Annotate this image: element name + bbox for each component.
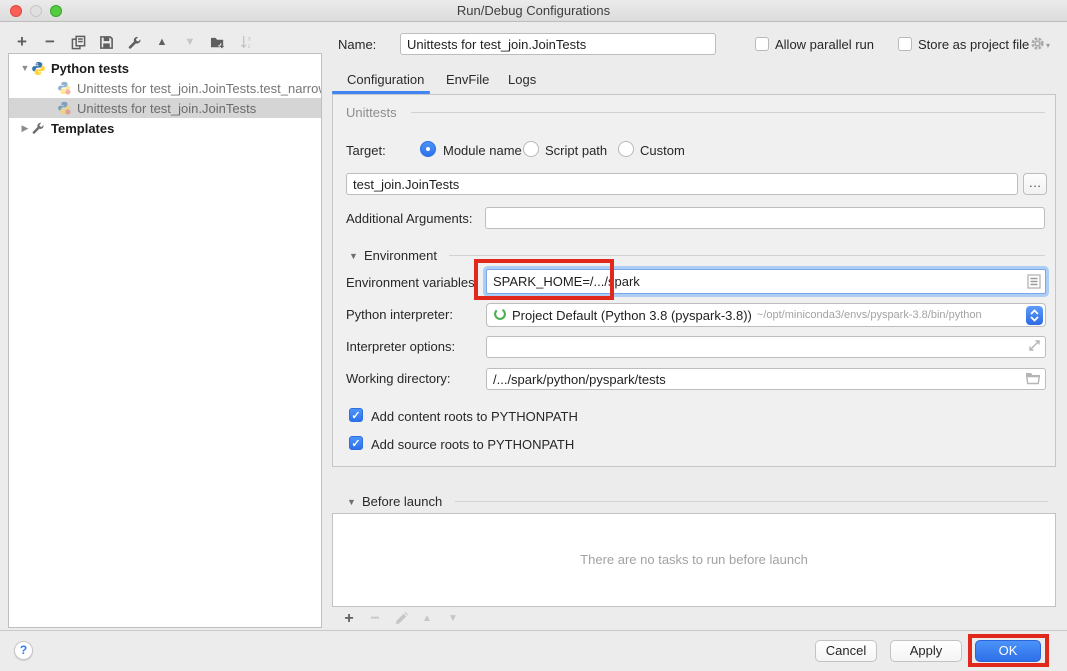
- name-label: Name:: [338, 37, 376, 52]
- check-icon: ✓: [351, 437, 360, 450]
- check-icon: ✓: [351, 409, 360, 422]
- python-icon: [31, 61, 46, 76]
- before-launch-empty-text: There are no tasks to run before launch: [333, 552, 1055, 567]
- store-options-gear-button[interactable]: ▾: [1030, 36, 1050, 54]
- python-interpreter-value: Project Default (Python 3.8 (pyspark-3.8…: [512, 308, 752, 323]
- configuration-form-panel: Unittests Target: Module name Script pat…: [332, 94, 1056, 467]
- add-content-roots-checkbox[interactable]: ✓: [349, 408, 363, 422]
- group-divider: [411, 112, 1045, 113]
- titlebar: Run/Debug Configurations: [0, 0, 1067, 22]
- chevron-right-icon[interactable]: ▶: [19, 123, 31, 134]
- edit-variables-icon[interactable]: [1027, 274, 1041, 292]
- additional-arguments-input[interactable]: [485, 207, 1045, 229]
- group-divider: [455, 501, 1048, 502]
- allow-parallel-run-label: Allow parallel run: [775, 37, 874, 52]
- add-source-roots-label: Add source roots to PYTHONPATH: [371, 437, 574, 452]
- store-as-project-file-label: Store as project file: [918, 37, 1029, 52]
- wrench-icon: [31, 121, 46, 136]
- target-script-path-radio[interactable]: [523, 141, 539, 157]
- browse-module-button[interactable]: …: [1023, 173, 1047, 195]
- svg-text:z: z: [247, 43, 250, 50]
- name-input[interactable]: [400, 33, 716, 55]
- tree-item-templates[interactable]: ▶ Templates: [9, 118, 321, 138]
- folder-icon[interactable]: [1025, 371, 1041, 388]
- configurations-toolbar: + − ▲ ▼ az: [14, 33, 254, 51]
- edit-templates-button[interactable]: [126, 34, 142, 50]
- select-stepper-icon[interactable]: [1026, 306, 1043, 325]
- tree-item-python-tests[interactable]: ▼ Python tests: [9, 58, 321, 78]
- target-custom-label: Custom: [640, 143, 685, 158]
- tree-item-label: Unittests for test_join.JoinTests.test_n…: [77, 81, 321, 96]
- tree-item-label: Python tests: [51, 61, 129, 76]
- chevron-down-icon[interactable]: ▼: [19, 63, 31, 73]
- edit-task-button[interactable]: [393, 611, 409, 627]
- help-button[interactable]: ?: [14, 641, 33, 660]
- remove-configuration-button[interactable]: −: [42, 34, 58, 50]
- target-custom-radio[interactable]: [618, 141, 634, 157]
- collapse-environment-icon[interactable]: ▼: [349, 251, 358, 261]
- python-interpreter-label: Python interpreter:: [346, 307, 453, 322]
- expand-editor-icon[interactable]: [1028, 339, 1041, 355]
- before-launch-toolbar: + − ▲ ▼: [341, 611, 461, 627]
- tab-configuration[interactable]: Configuration: [347, 72, 424, 87]
- new-folder-button[interactable]: [210, 34, 226, 50]
- move-task-down-button[interactable]: ▼: [445, 611, 461, 627]
- unittests-group-title: Unittests: [346, 105, 397, 120]
- python-test-icon: [57, 81, 72, 96]
- save-configuration-button[interactable]: [98, 34, 114, 50]
- add-task-button[interactable]: +: [341, 611, 357, 627]
- target-label: Target:: [346, 143, 386, 158]
- environment-variables-value: SPARK_HOME=/.../spark: [493, 274, 640, 289]
- interpreter-options-input[interactable]: [486, 336, 1046, 358]
- tree-item-unittests-narrow[interactable]: Unittests for test_join.JoinTests.test_n…: [9, 78, 321, 98]
- cancel-button[interactable]: Cancel: [815, 640, 877, 662]
- python-interpreter-path: ~/opt/miniconda3/envs/pyspark-3.8/bin/py…: [757, 309, 982, 321]
- configurations-tree: ▼ Python tests Unittests for test_join.J…: [8, 53, 322, 628]
- environment-section-title: Environment: [364, 248, 437, 263]
- target-script-path-label: Script path: [545, 143, 607, 158]
- target-module-name-radio[interactable]: [420, 141, 436, 157]
- target-module-name-label: Module name: [443, 143, 522, 158]
- move-down-button[interactable]: ▼: [182, 34, 198, 50]
- ok-button[interactable]: OK: [975, 640, 1041, 662]
- collapse-before-launch-icon[interactable]: ▼: [347, 497, 356, 507]
- before-launch-task-list: There are no tasks to run before launch: [332, 513, 1056, 607]
- chevron-down-icon: ▾: [1046, 41, 1050, 50]
- gear-icon: [1030, 36, 1045, 54]
- sort-configurations-button[interactable]: az: [238, 34, 254, 50]
- move-up-button[interactable]: ▲: [154, 34, 170, 50]
- before-launch-title: Before launch: [362, 494, 442, 509]
- move-task-up-button[interactable]: ▲: [419, 611, 435, 627]
- python-interpreter-select[interactable]: Project Default (Python 3.8 (pyspark-3.8…: [486, 303, 1046, 327]
- module-name-input[interactable]: [346, 173, 1018, 195]
- store-as-project-file-checkbox[interactable]: [898, 37, 912, 51]
- tab-envfile[interactable]: EnvFile: [446, 72, 489, 87]
- interpreter-options-label: Interpreter options:: [346, 339, 455, 354]
- working-directory-input[interactable]: [486, 368, 1046, 390]
- additional-arguments-label: Additional Arguments:: [346, 211, 472, 226]
- allow-parallel-run-checkbox[interactable]: [755, 37, 769, 51]
- apply-button[interactable]: Apply: [890, 640, 962, 662]
- environment-variables-label: Environment variables:: [346, 275, 478, 290]
- remove-task-button[interactable]: −: [367, 611, 383, 627]
- footer-divider: [0, 630, 1067, 631]
- svg-text:a: a: [247, 35, 251, 42]
- python-test-icon: [57, 101, 72, 116]
- add-content-roots-label: Add content roots to PYTHONPATH: [371, 409, 578, 424]
- conda-env-icon: [493, 307, 507, 324]
- window-title: Run/Debug Configurations: [0, 3, 1067, 18]
- add-source-roots-checkbox[interactable]: ✓: [349, 436, 363, 450]
- tree-item-label: Unittests for test_join.JoinTests: [77, 101, 256, 116]
- tree-item-label: Templates: [51, 121, 114, 136]
- tree-item-unittests-jointests[interactable]: Unittests for test_join.JoinTests: [9, 98, 321, 118]
- add-configuration-button[interactable]: +: [14, 34, 30, 50]
- run-debug-configurations-dialog: Run/Debug Configurations + − ▲ ▼ az ▼: [0, 0, 1067, 671]
- copy-configuration-button[interactable]: [70, 34, 86, 50]
- working-directory-label: Working directory:: [346, 371, 451, 386]
- environment-variables-input[interactable]: SPARK_HOME=/.../spark: [486, 269, 1046, 294]
- tab-logs[interactable]: Logs: [508, 72, 536, 87]
- group-divider: [449, 255, 1045, 256]
